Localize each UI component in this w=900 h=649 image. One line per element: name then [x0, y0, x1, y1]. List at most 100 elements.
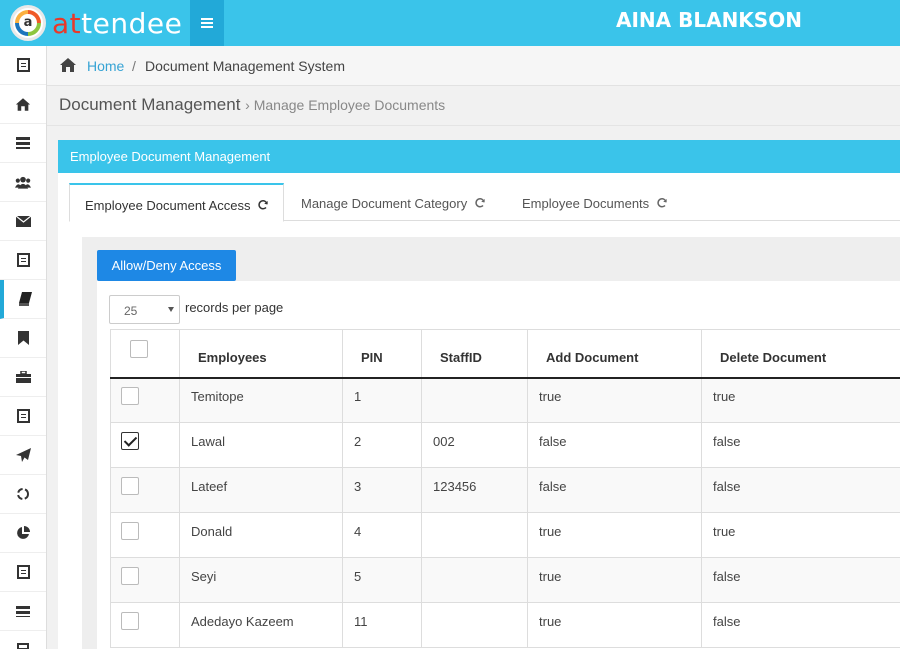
sidebar-item-bookmark[interactable] [0, 319, 46, 358]
page-title: Document Management › Manage Employee Do… [59, 95, 445, 115]
table-row[interactable]: Lawal 2 002 false false [110, 422, 900, 468]
tab-employee-documents[interactable]: Employee Documents [522, 183, 668, 221]
table-row[interactable]: Seyi 5 true false [110, 557, 900, 603]
staffid-cell [421, 377, 528, 423]
employee-cell: Adedayo Kazeem [179, 602, 343, 648]
sidebar-item-envelope[interactable] [0, 202, 46, 241]
hamburger-icon [201, 18, 213, 28]
table-header-row: Employees PIN StaffID Add Document Delet… [110, 329, 900, 379]
tab-manage-document-category[interactable]: Manage Document Category [301, 183, 486, 221]
table-row[interactable]: Lateef 3 123456 false false [110, 467, 900, 513]
column-header-staffid[interactable]: StaffID [421, 329, 528, 379]
employee-cell: Lateef [179, 467, 343, 513]
paper-plane-icon [15, 447, 31, 463]
refresh-icon [475, 198, 485, 208]
sidebar-item-paper-plane[interactable] [0, 436, 46, 475]
logo-text: attendee [52, 7, 182, 40]
page-title-text: Document Management [59, 95, 241, 114]
row-select-cell [110, 557, 180, 603]
delete-document-cell: false [701, 602, 900, 648]
tab-label: Manage Document Category [301, 196, 468, 211]
panel-title: Employee Document Management [58, 140, 900, 173]
column-header-pin[interactable]: PIN [342, 329, 422, 379]
column-header-employees[interactable]: Employees [179, 329, 343, 379]
delete-document-cell: true [701, 512, 900, 558]
staffid-cell [421, 557, 528, 603]
staffid-cell: 002 [421, 422, 528, 468]
delete-document-cell: false [701, 467, 900, 513]
pin-cell: 5 [342, 557, 422, 603]
sidebar-item-pie-chart[interactable] [0, 514, 46, 553]
menu-toggle-button[interactable] [190, 0, 224, 46]
bars-icon [15, 603, 31, 619]
tab-label: Employee Documents [522, 196, 650, 211]
sidebar-item-list-alt[interactable] [0, 397, 46, 436]
server-icon [15, 135, 31, 151]
sidebar-item-users[interactable] [0, 163, 46, 202]
row-select-cell [110, 422, 180, 468]
sidebar-item-book[interactable] [0, 280, 46, 319]
logo-letter: a [19, 14, 37, 32]
add-document-cell: true [527, 557, 702, 603]
sidebar-item-document-list[interactable] [0, 46, 46, 85]
sidebar-item-list-alt[interactable] [0, 241, 46, 280]
sidebar-item-list-alt[interactable] [0, 553, 46, 592]
row-checkbox[interactable] [121, 522, 139, 540]
table-row[interactable]: Donald 4 true true [110, 512, 900, 558]
refresh-icon [657, 198, 667, 208]
delete-document-cell: false [701, 557, 900, 603]
column-header-delete-document[interactable]: Delete Document [701, 329, 900, 379]
records-per-page-label: records per page [185, 300, 284, 315]
list-alt-icon [15, 252, 31, 268]
bookmark-icon [15, 330, 31, 346]
sidebar [0, 46, 47, 649]
add-document-cell: true [527, 602, 702, 648]
breadcrumb-home-link[interactable]: Home [87, 58, 124, 74]
document-list-icon [15, 57, 31, 73]
sidebar-item-bars[interactable] [0, 592, 46, 631]
row-checkbox[interactable] [121, 387, 139, 406]
employee-access-table: Employees PIN StaffID Add Document Delet… [110, 329, 900, 648]
sidebar-item-server[interactable] [0, 124, 46, 163]
refresh-icon [258, 200, 268, 210]
row-checkbox[interactable] [121, 477, 139, 495]
select-all-checkbox[interactable] [130, 340, 148, 359]
home-icon [60, 58, 76, 72]
caret-down-icon [168, 307, 174, 312]
tab-employee-document-access[interactable]: Employee Document Access [69, 183, 285, 222]
sidebar-item-briefcase[interactable] [0, 358, 46, 397]
pin-cell: 11 [342, 602, 422, 648]
table-row[interactable]: Adedayo Kazeem 11 true false [110, 602, 900, 648]
sidebar-item-calculator[interactable] [0, 631, 46, 649]
add-document-cell: true [527, 512, 702, 558]
per-page-value: 25 [124, 304, 138, 318]
row-select-cell [110, 602, 180, 648]
row-select-cell [110, 377, 180, 423]
row-select-cell [110, 512, 180, 558]
table-row[interactable]: Temitope 1 true true [110, 377, 900, 423]
breadcrumb-separator: / [132, 58, 136, 74]
allow-deny-access-button[interactable]: Allow/Deny Access [97, 250, 236, 281]
recycle-icon [15, 486, 31, 502]
sidebar-item-recycle[interactable] [0, 475, 46, 514]
breadcrumb: Home / Document Management System [47, 46, 900, 86]
delete-document-cell: false [701, 422, 900, 468]
row-checkbox[interactable] [121, 432, 139, 450]
records-per-page-select[interactable]: 25 [109, 295, 180, 324]
row-checkbox[interactable] [121, 567, 139, 585]
add-document-cell: false [527, 467, 702, 513]
envelope-icon [15, 213, 31, 229]
page-subtitle: › Manage Employee Documents [245, 97, 446, 113]
employee-cell: Temitope [179, 377, 343, 423]
column-header-add-document[interactable]: Add Document [527, 329, 702, 379]
tab-label: Employee Document Access [85, 198, 251, 213]
app-logo[interactable]: a attendee [10, 5, 182, 41]
employee-cell: Lawal [179, 422, 343, 468]
staffid-cell: 123456 [421, 467, 528, 513]
pin-cell: 1 [342, 377, 422, 423]
row-checkbox[interactable] [121, 612, 139, 630]
list-alt-icon [15, 564, 31, 580]
divider [47, 125, 900, 126]
sidebar-item-home[interactable] [0, 85, 46, 124]
pin-cell: 3 [342, 467, 422, 513]
